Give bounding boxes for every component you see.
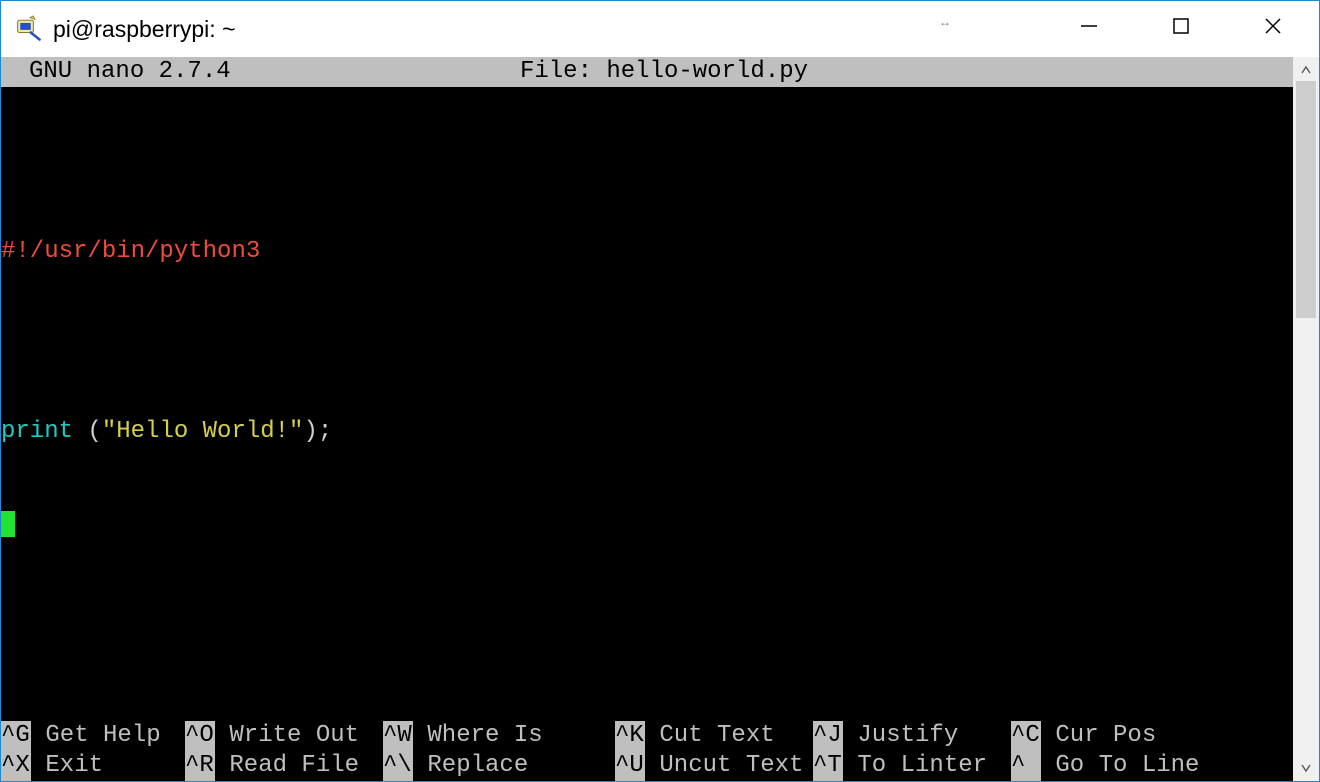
shortcut-key: ^G: [1, 721, 31, 751]
shortcut-label: To Linter: [843, 751, 1001, 781]
code-shebang: #!/usr/bin/python3: [1, 238, 260, 265]
nano-header: GNU nano 2.7.4 File: hello-world.py: [1, 57, 1293, 87]
shortcut-label: Where Is: [413, 721, 571, 751]
window-controls: [1043, 1, 1319, 57]
nano-shortcut: ^W Where Is: [383, 721, 615, 751]
nano-filename: File: hello-world.py: [520, 57, 1293, 87]
shortcut-key: ^J: [813, 721, 843, 751]
shortcut-label: Read File: [215, 751, 373, 781]
vertical-scrollbar[interactable]: [1293, 57, 1319, 781]
editor-body[interactable]: #!/usr/bin/python3 print ("Hello World!"…: [1, 87, 1293, 597]
window-title: pi@raspberrypi: ~: [53, 1, 236, 57]
nano-shortcut-bar: ^G Get Help ^O Write Out ^W Where Is ^K …: [1, 721, 1293, 781]
nano-shortcut: ^J Justify: [813, 721, 1011, 751]
shortcut-key: ^C: [1011, 721, 1041, 751]
terminal[interactable]: GNU nano 2.7.4 File: hello-world.py #!/u…: [1, 57, 1293, 781]
scroll-down-button[interactable]: [1295, 757, 1317, 779]
nano-shortcut: ^C Cur Pos: [1011, 721, 1209, 751]
shortcut-label: Justify: [843, 721, 1001, 751]
nano-shortcut: ^K Cut Text: [615, 721, 813, 751]
close-button[interactable]: [1227, 1, 1319, 51]
shortcut-label: Go To Line: [1041, 751, 1199, 781]
shortcut-key: ^\: [383, 751, 413, 781]
titlebar[interactable]: pi@raspberrypi: ~ ↔: [1, 1, 1319, 57]
code-line-print: print ("Hello World!");: [1, 417, 1293, 447]
nano-shortcut: ^T To Linter: [813, 751, 1011, 781]
putty-icon: [15, 15, 43, 43]
resize-indicator-icon: ↔: [939, 15, 949, 29]
nano-shortcut: ^R Read File: [185, 751, 383, 781]
minimize-button[interactable]: [1043, 1, 1135, 51]
nano-shortcut: ^X Exit: [1, 751, 185, 781]
shortcut-key: ^W: [383, 721, 413, 751]
nano-shortcut: ^\ Replace: [383, 751, 615, 781]
scroll-up-button[interactable]: [1295, 59, 1317, 81]
scroll-track[interactable]: [1293, 81, 1319, 757]
shortcut-key: ^R: [185, 751, 215, 781]
nano-shortcut: ^G Get Help: [1, 721, 185, 751]
nano-shortcut: ^U Uncut Text: [615, 751, 813, 781]
scroll-thumb[interactable]: [1296, 81, 1316, 318]
shortcut-label: Replace: [413, 751, 571, 781]
shortcut-label: Write Out: [215, 721, 373, 751]
nano-version: GNU nano 2.7.4: [1, 57, 520, 87]
shortcut-label: Get Help: [31, 721, 185, 751]
putty-window: pi@raspberrypi: ~ ↔ GNU nano 2.7.4 File:…: [0, 0, 1320, 782]
shortcut-key: ^T: [813, 751, 843, 781]
shortcut-key: ^X: [1, 751, 31, 781]
shortcut-label: Cut Text: [645, 721, 803, 751]
shortcut-key: ^K: [615, 721, 645, 751]
shortcut-key: ^: [1011, 751, 1041, 781]
shortcut-label: Uncut Text: [645, 751, 803, 781]
shortcut-label: Exit: [31, 751, 185, 781]
maximize-button[interactable]: [1135, 1, 1227, 51]
shortcut-label: Cur Pos: [1041, 721, 1156, 751]
nano-shortcut: ^ Go To Line: [1011, 751, 1209, 781]
nano-shortcut: ^O Write Out: [185, 721, 383, 751]
shortcut-key: ^U: [615, 751, 645, 781]
cursor: [1, 511, 15, 537]
shortcut-key: ^O: [185, 721, 215, 751]
